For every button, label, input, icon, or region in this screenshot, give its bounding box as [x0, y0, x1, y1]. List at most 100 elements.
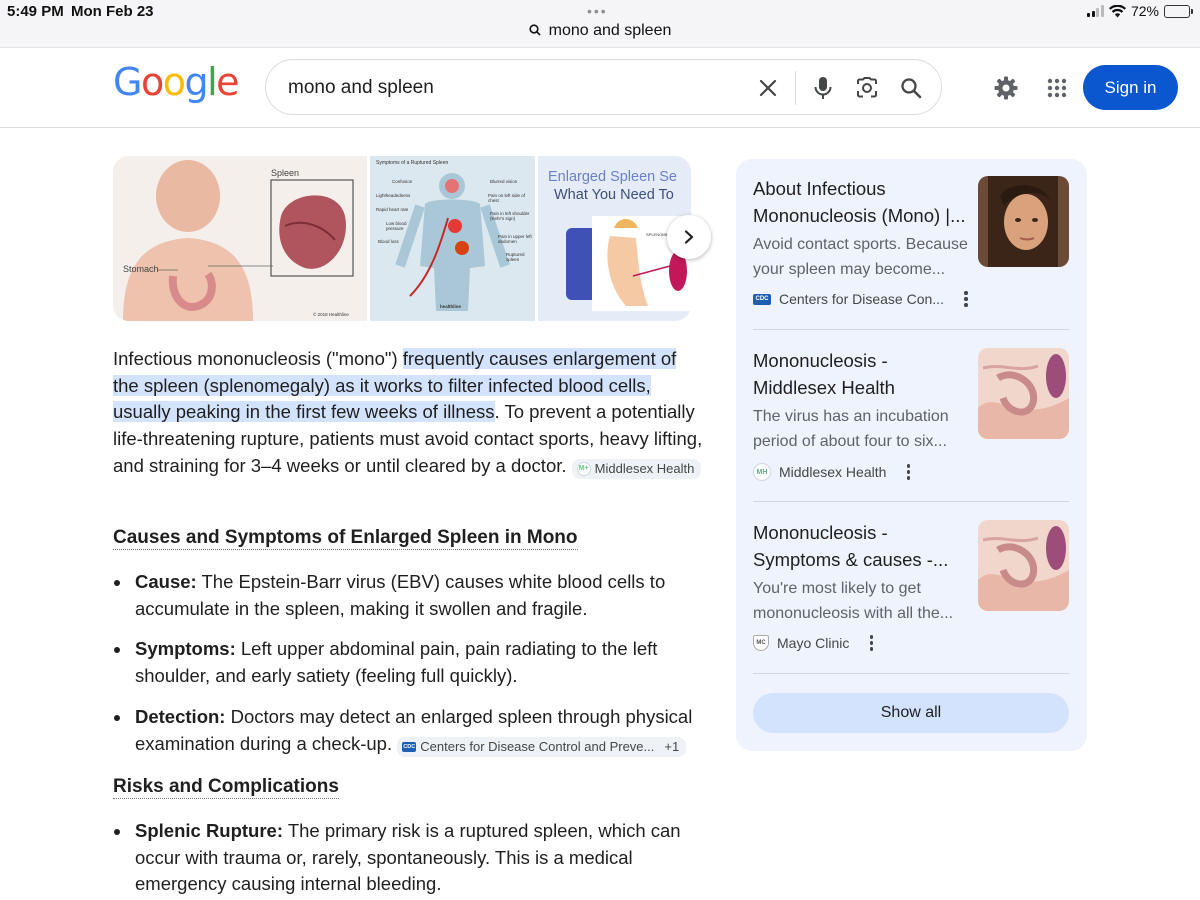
diagram-label: Pain on left side of chest [488, 193, 526, 203]
diagram-label: Blurred vision [490, 179, 518, 184]
search-divider [795, 71, 796, 105]
multitask-dots-icon[interactable]: ••• [587, 3, 608, 19]
card-snippet: You're most likely to get mononucleosis … [753, 580, 954, 622]
item-label: Detection: [135, 705, 226, 727]
diagram-label: Confusion [392, 179, 413, 184]
logo-letter: l [207, 60, 218, 104]
more-options-icon[interactable] [958, 291, 974, 307]
battery-percent: 72% [1130, 3, 1159, 19]
status-indicators: 72% [1087, 3, 1193, 19]
apps-grid-icon[interactable] [1041, 72, 1073, 104]
address-bar[interactable]: mono and spleen [0, 22, 1200, 40]
item-label: Cause: [135, 571, 197, 592]
anatomy-illustration [113, 156, 367, 321]
source-card[interactable]: About Infectious Mononucleosis (Mono) |.… [753, 175, 1069, 315]
more-options-icon[interactable] [863, 635, 879, 651]
sign-in-button[interactable]: Sign in [1083, 65, 1178, 110]
guide-title-2: What You Need To [554, 187, 674, 203]
sources-panel: About Infectious Mononucleosis (Mono) |.… [736, 159, 1087, 751]
status-date: Mon Feb 23 [71, 3, 154, 20]
overview-paragraph: Infectious mononucleosis ("mono") freque… [113, 346, 703, 480]
diagram-label: Pain in left shoulder (Kehr's sign) [490, 211, 530, 221]
divider [753, 673, 1069, 674]
clear-icon[interactable] [754, 74, 782, 102]
middlesex-favicon-icon: MH [753, 463, 771, 481]
causes-list: Cause: The Epstein-Barr virus (EBV) caus… [113, 569, 703, 771]
source-name: Mayo Clinic [777, 635, 850, 651]
image-ruptured-spleen-symptoms[interactable]: Symptoms of a Ruptured Spleen Confusion … [370, 156, 535, 321]
middlesex-favicon-icon: M+ [576, 461, 591, 476]
item-text: The Epstein-Barr virus (EBV) causes whit… [135, 571, 666, 619]
diagram-label: Ruptured spleen [506, 252, 525, 262]
image-carousel: Spleen Stomach © 2018 Healthline Symptom… [113, 156, 691, 321]
mayo-clinic-favicon-icon: MC [753, 635, 769, 651]
google-logo[interactable]: Google [113, 60, 240, 104]
address-bar-text: mono and spleen [548, 22, 672, 39]
image-credit: © 2018 Healthline [313, 312, 349, 317]
image-spleen-stomach[interactable]: Spleen Stomach © 2018 Healthline [113, 156, 367, 321]
diagram-label: Low blood pressure [386, 221, 407, 231]
card-thumbnail [978, 176, 1069, 267]
card-thumbnail [978, 520, 1069, 611]
diagram-label: Blood loss [378, 239, 399, 244]
overview-text-start: Infectious mononucleosis ("mono") [113, 348, 403, 369]
divider [753, 329, 1069, 330]
card-title: Mononucleosis - Middlesex Health [753, 350, 895, 398]
diagram-label: Rapid heart rate [376, 207, 409, 212]
carousel-next-button[interactable] [667, 215, 711, 259]
chip-label: Middlesex Health [594, 460, 695, 476]
search-icon [529, 24, 541, 36]
source-card[interactable]: Mononucleosis - Symptoms & causes -... Y… [753, 519, 1069, 659]
list-item: Cause: The Epstein-Barr virus (EBV) caus… [113, 569, 703, 622]
microphone-icon[interactable] [809, 74, 837, 102]
image-credit: healthline [440, 304, 462, 309]
chevron-right-icon [684, 230, 694, 244]
section-heading-causes[interactable]: Causes and Symptoms of Enlarged Spleen i… [113, 527, 578, 550]
list-item: Symptoms: Left upper abdominal pain, pai… [113, 636, 703, 689]
show-all-button[interactable]: Show all [753, 693, 1069, 733]
item-label: Symptoms: [135, 638, 236, 660]
cdc-favicon-icon: CDC [753, 293, 771, 305]
card-snippet: Avoid contact sports. Because your splee… [753, 236, 968, 278]
wifi-icon [1108, 4, 1126, 17]
risks-list: Splenic Rupture: The primary risk is a r… [113, 818, 703, 900]
search-input[interactable] [288, 74, 728, 102]
status-bar: 5:49 PM Mon Feb 23 ••• 72% mono and sple… [0, 0, 1200, 48]
more-options-icon[interactable] [900, 464, 916, 480]
chip-label: Centers for Disease Control and Preve... [420, 738, 655, 754]
cellular-signal-icon [1087, 5, 1104, 17]
source-chip-middlesex[interactable]: M+ Middlesex Health [571, 458, 702, 479]
section-heading-risks[interactable]: Risks and Complications [113, 776, 339, 799]
list-item: Detection: Doctors may detect an enlarge… [113, 704, 703, 757]
list-item: Splenic Rupture: The primary risk is a r… [113, 818, 703, 898]
chip-count: +1 [664, 738, 680, 754]
search-box [265, 59, 942, 115]
card-title: About Infectious Mononucleosis (Mono) |.… [753, 178, 966, 226]
cdc-favicon-icon: CDC [402, 741, 417, 752]
woman-photo [978, 176, 1069, 267]
abdomen-illustration [978, 348, 1069, 439]
card-source: MC Mayo Clinic [753, 635, 879, 651]
search-header: Google mono and spleen Sign in [0, 48, 1200, 128]
abdomen-illustration [978, 520, 1069, 611]
battery-icon [1164, 4, 1193, 18]
logo-letter: G [113, 60, 142, 104]
label-stomach: Stomach [123, 264, 159, 274]
search-submit-icon[interactable] [897, 74, 925, 102]
status-time: 5:49 PM [7, 3, 64, 20]
card-title: Mononucleosis - Symptoms & causes -... [753, 522, 949, 570]
diagram-label: Pain in upper left abdomen [498, 234, 532, 244]
guide-title-1: Enlarged Spleen Se [548, 169, 677, 185]
diagram-label: Lightheadedness [376, 193, 411, 198]
lens-camera-icon[interactable] [853, 74, 881, 102]
logo-letter: e [216, 60, 239, 104]
logo-letter: g [184, 60, 208, 104]
source-name: Centers for Disease Con... [779, 291, 944, 307]
logo-letter: o [140, 60, 164, 104]
label-spleen: Spleen [271, 168, 300, 178]
source-card[interactable]: Mononucleosis - Middlesex Health The vir… [753, 347, 1069, 487]
source-name: Middlesex Health [779, 464, 887, 480]
settings-gear-icon[interactable] [990, 72, 1022, 104]
source-chip-cdc[interactable]: CDC Centers for Disease Control and Preve… [397, 736, 687, 757]
logo-letter: o [162, 60, 186, 104]
